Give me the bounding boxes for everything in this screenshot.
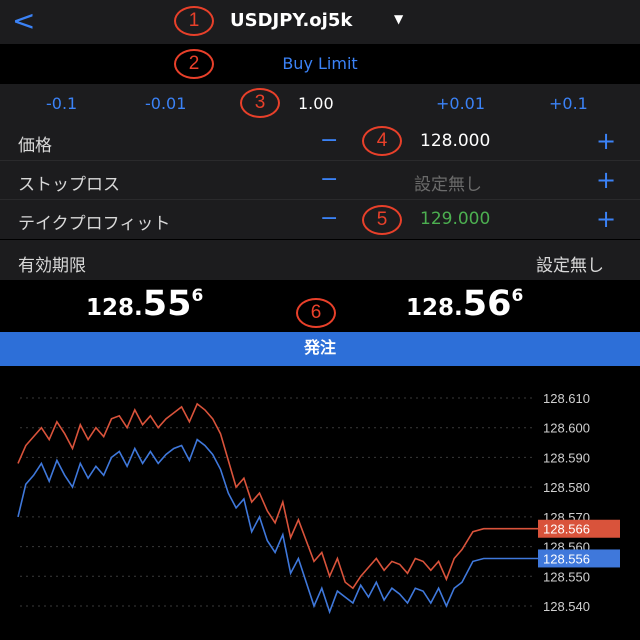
bid-big: 55 bbox=[142, 284, 192, 324]
price-chart-svg: 128.610128.600128.590128.580128.570128.5… bbox=[17, 391, 620, 615]
price-plus-button[interactable]: + bbox=[596, 127, 616, 155]
take-profit-minus-button[interactable]: − bbox=[320, 206, 338, 231]
y-tick-label: 128.590 bbox=[543, 450, 590, 465]
y-tick-label: 128.610 bbox=[543, 391, 590, 406]
stop-loss-row: ストップロス − 設定無し + bbox=[0, 161, 640, 200]
y-tick-label: 128.580 bbox=[543, 480, 590, 495]
price-value[interactable]: 128.000 bbox=[420, 131, 490, 151]
bid-sup: 6 bbox=[191, 286, 204, 306]
step-minus-small-button[interactable]: -0.01 bbox=[145, 94, 186, 113]
order-header: < USDJPY.oj5k ▼ bbox=[0, 0, 640, 44]
annotation-badge-3: 3 bbox=[240, 88, 280, 118]
stop-loss-minus-button[interactable]: − bbox=[320, 167, 338, 192]
step-plus-small-button[interactable]: +0.01 bbox=[436, 94, 485, 113]
ask-price-line bbox=[17, 402, 538, 590]
chevron-left-icon: < bbox=[12, 4, 36, 37]
bid-last-price-label: 128.556 bbox=[543, 551, 590, 566]
take-profit-row: テイクプロフィット − 129.000 + bbox=[0, 200, 640, 239]
take-profit-label: テイクプロフィット bbox=[18, 214, 171, 234]
stop-loss-label: ストップロス bbox=[18, 175, 120, 195]
symbol-selector[interactable]: USDJPY.oj5k bbox=[230, 10, 352, 31]
place-order-button[interactable]: 発注 bbox=[0, 332, 640, 366]
annotation-badge-6: 6 bbox=[296, 298, 336, 328]
bid-quote[interactable]: 128.556 bbox=[86, 284, 203, 324]
caret-down-icon[interactable]: ▼ bbox=[394, 12, 403, 26]
y-tick-label: 128.550 bbox=[543, 569, 590, 584]
expiry-row[interactable]: 有効期限 設定無し bbox=[0, 240, 640, 280]
ask-big: 56 bbox=[462, 284, 512, 324]
stop-loss-value[interactable]: 設定無し bbox=[414, 170, 482, 195]
expiry-value[interactable]: 設定無し bbox=[536, 251, 604, 276]
order-type-label: Buy Limit bbox=[282, 54, 358, 73]
annotation-badge-4: 4 bbox=[362, 126, 402, 156]
annotation-badge-2: 2 bbox=[174, 49, 214, 79]
y-tick-label: 128.540 bbox=[543, 599, 590, 614]
y-tick-label: 128.600 bbox=[543, 421, 590, 436]
annotation-badge-5: 5 bbox=[362, 205, 402, 235]
price-chart[interactable]: 128.610 128.600 128.590 128.580 128.570 128.5… bbox=[0, 366, 640, 640]
step-plus-large-button[interactable]: +0.1 bbox=[549, 94, 588, 113]
step-minus-large-button[interactable]: -0.1 bbox=[46, 94, 77, 113]
ask-last-price-label: 128.566 bbox=[543, 522, 590, 537]
take-profit-plus-button[interactable]: + bbox=[596, 205, 616, 233]
price-row: 価格 − 128.000 + bbox=[0, 122, 640, 161]
take-profit-value[interactable]: 129.000 bbox=[420, 209, 490, 229]
stop-loss-plus-button[interactable]: + bbox=[596, 166, 616, 194]
ask-quote[interactable]: 128.566 bbox=[406, 284, 523, 324]
back-button[interactable]: < bbox=[12, 6, 42, 36]
expiry-label: 有効期限 bbox=[18, 256, 86, 276]
volume-value[interactable]: 1.00 bbox=[298, 94, 334, 113]
ask-prefix: 128. bbox=[406, 295, 463, 321]
price-label: 価格 bbox=[18, 136, 52, 156]
price-minus-button[interactable]: − bbox=[320, 128, 338, 153]
order-type[interactable]: Buy Limit bbox=[0, 54, 640, 73]
volume-steps: -0.1 -0.01 1.00 +0.01 +0.1 bbox=[0, 84, 640, 122]
bid-prefix: 128. bbox=[86, 295, 143, 321]
ask-sup: 6 bbox=[511, 286, 524, 306]
annotation-badge-1: 1 bbox=[174, 6, 214, 36]
bid-price-line bbox=[17, 438, 538, 615]
